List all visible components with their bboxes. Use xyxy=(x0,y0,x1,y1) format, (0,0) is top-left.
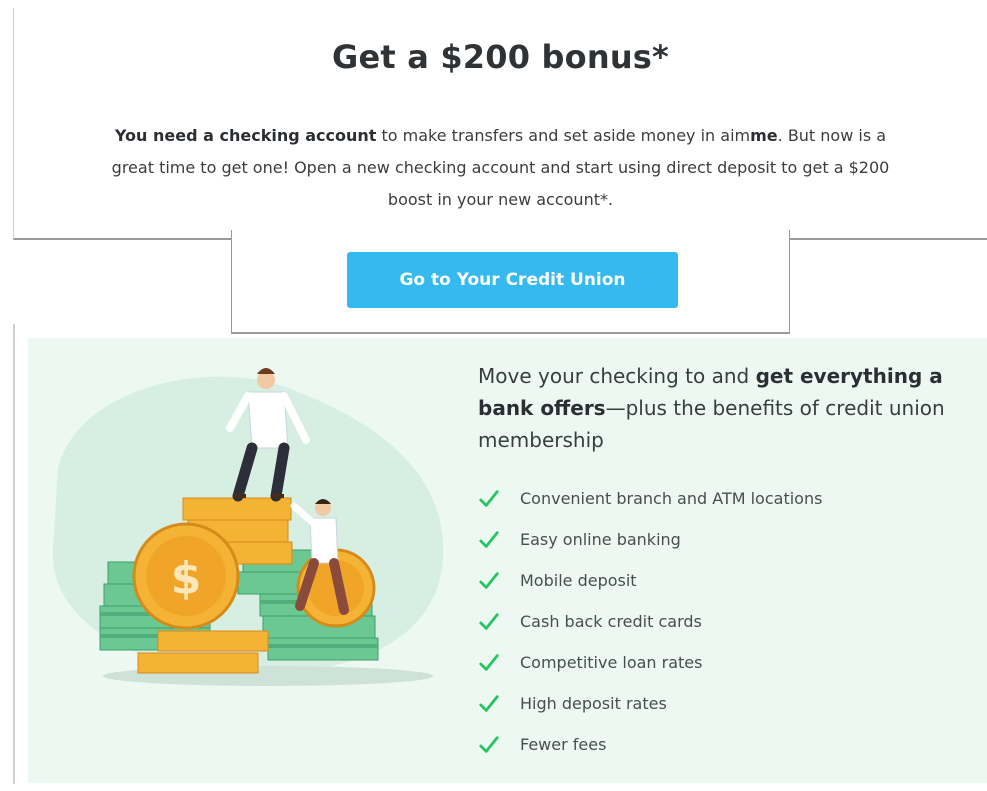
offer-intro: You need a checking account to make tran… xyxy=(94,120,907,216)
offer-headline: Get a $200 bonus* xyxy=(332,38,669,76)
list-item-label: Cash back credit cards xyxy=(520,612,702,631)
divider xyxy=(13,324,15,784)
checkmark-icon xyxy=(478,570,520,592)
svg-text:$: $ xyxy=(171,553,202,604)
list-item: Cash back credit cards xyxy=(478,601,822,642)
checkmark-icon xyxy=(478,488,520,510)
list-item: Competitive loan rates xyxy=(478,642,822,683)
benefits-list: Convenient branch and ATM locations Easy… xyxy=(478,478,822,765)
intro-emphasis: You need a checking account xyxy=(114,126,377,145)
list-item: High deposit rates xyxy=(478,683,822,724)
checkmark-icon xyxy=(478,734,520,756)
list-item-label: Mobile deposit xyxy=(520,571,637,590)
list-item: Fewer fees xyxy=(478,724,822,765)
cta-panel: Go to Your Credit Union xyxy=(231,230,790,334)
offer-card: Get a $200 bonus* You need a checking ac… xyxy=(13,8,987,240)
intro-text-1: to make transfers and set aside money in… xyxy=(376,126,751,145)
money-stack-illustration: $ xyxy=(52,368,444,686)
heading-text-1: Move your checking to and xyxy=(478,364,756,388)
list-item-label: Competitive loan rates xyxy=(520,653,703,672)
checkmark-icon xyxy=(478,611,520,633)
list-item-label: Convenient branch and ATM locations xyxy=(520,489,823,508)
benefits-panel: $ Move your checking to and get everythi… xyxy=(28,338,987,783)
list-item-label: Easy online banking xyxy=(520,530,681,549)
list-item-label: Fewer fees xyxy=(520,735,607,754)
list-item: Mobile deposit xyxy=(478,560,822,601)
checkmark-icon xyxy=(478,529,520,551)
brand-suffix: me xyxy=(750,126,778,145)
go-to-credit-union-button[interactable]: Go to Your Credit Union xyxy=(347,252,678,308)
checkmark-icon xyxy=(478,693,520,715)
list-item: Easy online banking xyxy=(478,519,822,560)
benefits-heading: Move your checking to and get everything… xyxy=(478,360,978,456)
list-item-label: High deposit rates xyxy=(520,694,667,713)
list-item: Convenient branch and ATM locations xyxy=(478,478,822,519)
checkmark-icon xyxy=(478,652,520,674)
